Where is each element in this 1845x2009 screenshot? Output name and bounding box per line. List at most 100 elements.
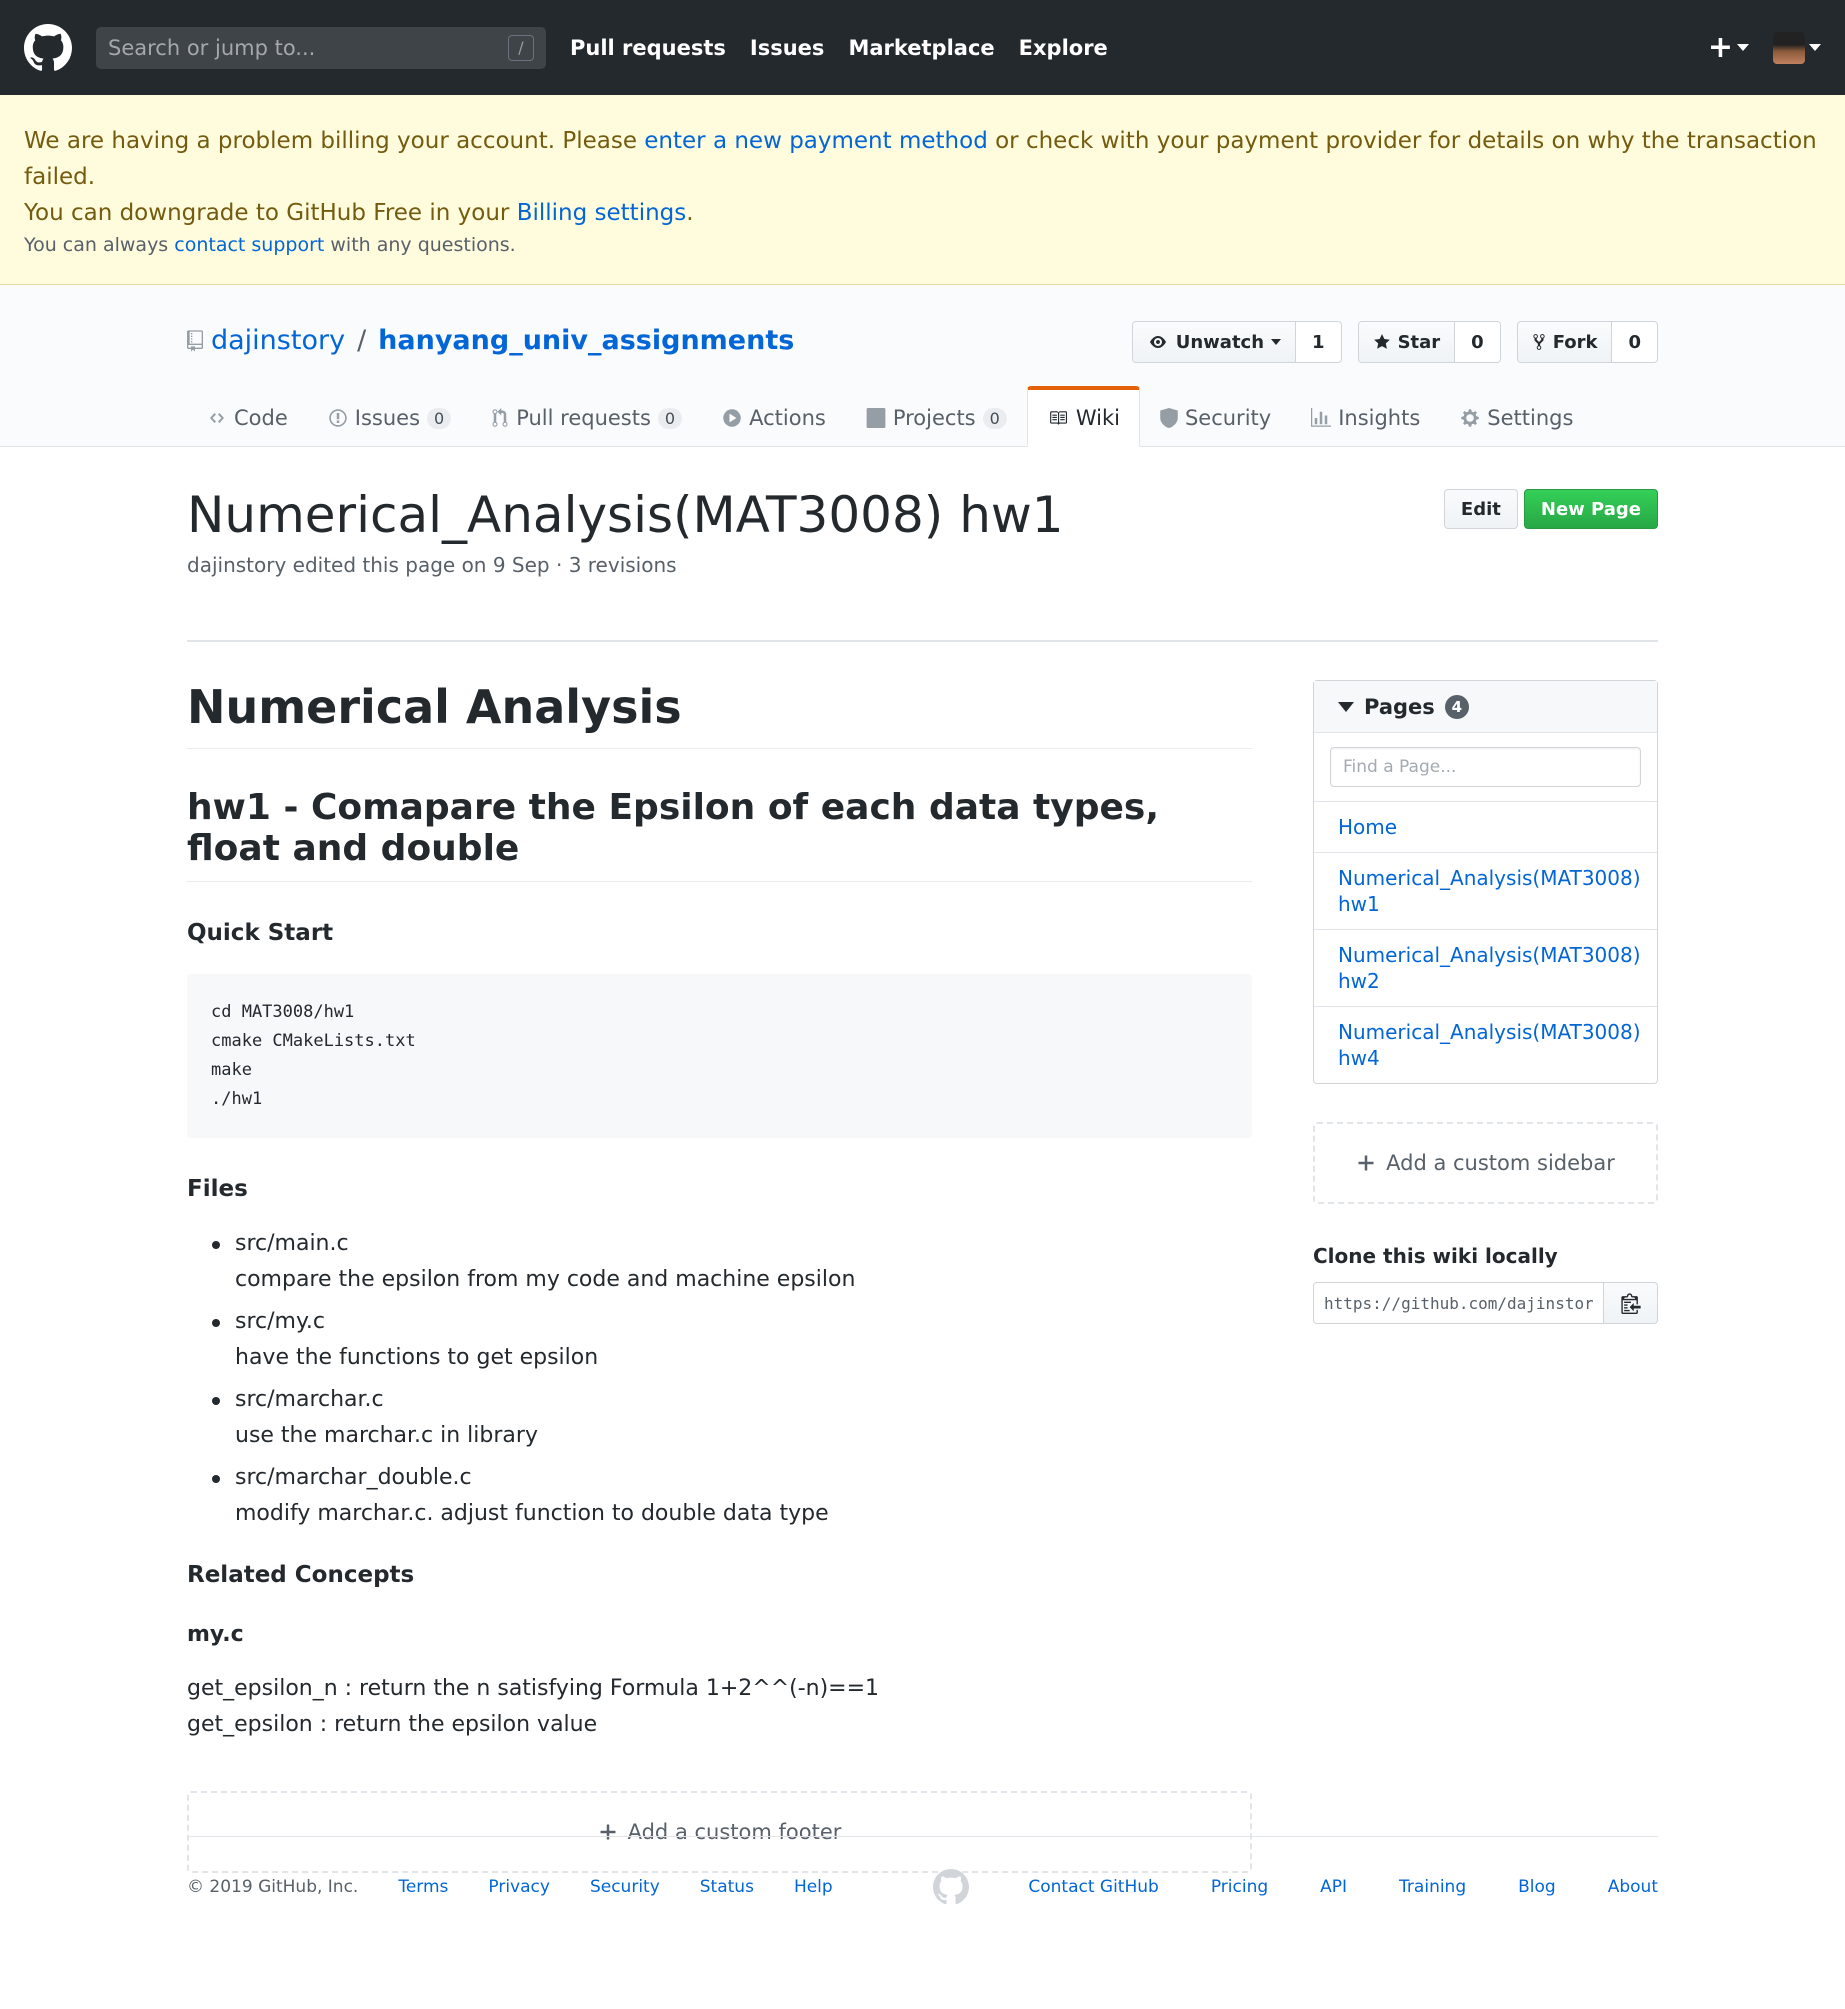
page-link-home[interactable]: Home — [1314, 802, 1657, 853]
git-pull-request-icon — [491, 408, 509, 428]
repo-actions: Unwatch 1 Star 0 Fork 0 — [1131, 321, 1658, 363]
tab-pull-requests[interactable]: Pull requests 0 — [471, 386, 702, 447]
wiki-container: Numerical_Analysis(MAT3008) hw1 dajinsto… — [187, 487, 1658, 1873]
files-list: src/main.c compare the epsilon from my co… — [187, 1226, 1252, 1532]
tab-settings[interactable]: Settings — [1440, 386, 1593, 447]
file-description: compare the epsilon from my code and mac… — [235, 1267, 856, 1292]
pages-box: Pages 4 Home Numerical_Analysis(MAT3008)… — [1313, 680, 1658, 1084]
star-button[interactable]: Star — [1358, 322, 1456, 362]
shield-icon — [1160, 408, 1178, 428]
concept-line-epsilon: get_epsilon : return the epsilon value — [187, 1712, 598, 1737]
tab-code[interactable]: Code — [187, 386, 308, 447]
tab-wiki[interactable]: Wiki — [1026, 386, 1140, 447]
footer-left: © 2019 GitHub, Inc. Terms Privacy Securi… — [187, 1877, 833, 1897]
tab-actions[interactable]: Actions — [702, 386, 846, 447]
edit-button[interactable]: Edit — [1443, 489, 1518, 529]
repo-icon — [187, 329, 203, 352]
chevron-down-icon — [1271, 339, 1282, 345]
plus-icon — [1356, 1153, 1376, 1173]
star-label: Star — [1397, 331, 1441, 353]
slash-shortcut-hint: / — [508, 34, 534, 61]
wiki-sidebar: Pages 4 Home Numerical_Analysis(MAT3008)… — [1313, 680, 1658, 1324]
clone-url-group — [1313, 1282, 1658, 1324]
nav-pull-requests[interactable]: Pull requests — [570, 36, 726, 60]
graph-icon — [1311, 408, 1332, 428]
issues-count: 0 — [427, 407, 452, 429]
billing-settings-link[interactable]: Billing settings — [517, 200, 687, 226]
heading-my-c: my.c — [187, 1622, 244, 1647]
projects-count: 0 — [982, 407, 1007, 429]
path-separator: / — [357, 325, 367, 356]
list-item: src/marchar.c use the marchar.c in librar… — [187, 1382, 1252, 1454]
unwatch-button[interactable]: Unwatch — [1132, 322, 1297, 362]
nav-explore[interactable]: Explore — [1019, 36, 1108, 60]
copy-clipboard-button[interactable] — [1604, 1282, 1658, 1324]
search-input[interactable] — [108, 35, 534, 60]
footer-link-contact[interactable]: Contact GitHub — [1028, 1877, 1158, 1897]
repo-name-link[interactable]: hanyang_univ_assignments — [378, 325, 794, 356]
global-nav: Pull requests Issues Marketplace Explore — [570, 36, 1108, 60]
tab-insights[interactable]: Insights — [1291, 386, 1440, 447]
tab-projects[interactable]: Projects 0 — [846, 386, 1027, 447]
pull-requests-count: 0 — [657, 407, 683, 429]
footer-link-about[interactable]: About — [1608, 1877, 1658, 1897]
tab-security[interactable]: Security — [1140, 386, 1291, 447]
find-page-input[interactable] — [1330, 747, 1641, 787]
file-description: have the functions to get epsilon — [235, 1345, 599, 1370]
watchers-count[interactable]: 1 — [1296, 322, 1341, 362]
wiki-header-actions: Edit New Page — [1443, 489, 1658, 529]
repo-owner-link[interactable]: dajinstory — [211, 325, 345, 356]
footer-link-pricing[interactable]: Pricing — [1211, 1877, 1268, 1897]
fork-group: Fork 0 — [1516, 321, 1658, 363]
tab-issues[interactable]: Issues 0 — [308, 386, 471, 447]
pages-label: Pages — [1364, 694, 1435, 719]
fork-icon — [1532, 333, 1546, 351]
code-block: cd MAT3008/hw1 cmake CMakeLists.txt make… — [187, 974, 1252, 1138]
list-item: src/marchar_double.c modify marchar.c. ad… — [187, 1460, 1252, 1532]
payment-method-link[interactable]: enter a new payment method — [644, 128, 988, 154]
github-logo-icon[interactable] — [24, 23, 72, 72]
forks-count[interactable]: 0 — [1612, 322, 1657, 362]
eye-icon — [1147, 334, 1169, 350]
page-link-hw2[interactable]: Numerical_Analysis(MAT3008) hw2 — [1314, 930, 1657, 1007]
code-icon — [207, 410, 227, 426]
footer-right: Contact GitHub Pricing API Training Blog… — [1028, 1877, 1658, 1897]
user-menu[interactable] — [1773, 31, 1821, 64]
stargazers-count[interactable]: 0 — [1455, 322, 1500, 362]
contact-support-link[interactable]: contact support — [174, 234, 324, 256]
file-name: src/marchar.c — [235, 1387, 384, 1412]
footer-link-privacy[interactable]: Privacy — [488, 1877, 550, 1897]
create-new-menu[interactable]: + — [1708, 30, 1749, 65]
fork-button[interactable]: Fork — [1517, 322, 1613, 362]
footer-link-training[interactable]: Training — [1399, 1877, 1466, 1897]
add-custom-sidebar-button[interactable]: Add a custom sidebar — [1313, 1122, 1658, 1204]
footer-link-security[interactable]: Security — [590, 1877, 660, 1897]
page-link-hw4[interactable]: Numerical_Analysis(MAT3008) hw4 — [1314, 1007, 1657, 1083]
list-item: src/my.c have the functions to get epsilo… — [187, 1304, 1252, 1376]
concept-text: get_epsilon_n : return the n satisfying … — [187, 1671, 1252, 1743]
banner-line-1: We are having a problem billing your acc… — [24, 128, 1817, 190]
heading-related-concepts: Related Concepts — [187, 1562, 415, 1588]
find-page-wrap — [1314, 733, 1657, 802]
search-box[interactable]: / — [96, 26, 546, 69]
footer-link-status[interactable]: Status — [700, 1877, 754, 1897]
footer-link-terms[interactable]: Terms — [398, 1877, 448, 1897]
footer-link-help[interactable]: Help — [794, 1877, 833, 1897]
page-link-hw1[interactable]: Numerical_Analysis(MAT3008) hw1 — [1314, 853, 1657, 930]
pages-toggle[interactable]: Pages 4 — [1314, 681, 1657, 733]
fork-label: Fork — [1552, 331, 1598, 353]
footer-link-blog[interactable]: Blog — [1518, 1877, 1556, 1897]
heading-quick-start: Quick Start — [187, 920, 334, 946]
github-mark-icon[interactable] — [932, 1868, 969, 1905]
chevron-down-icon — [1809, 44, 1821, 51]
heading-hw1: hw1 - Comapare the Epsilon of each data … — [187, 787, 1252, 882]
markdown-body: Numerical Analysis hw1 - Comapare the Ep… — [187, 680, 1252, 1873]
nav-marketplace[interactable]: Marketplace — [848, 36, 994, 60]
footer-link-api[interactable]: API — [1320, 1877, 1347, 1897]
site-footer: © 2019 GitHub, Inc. Terms Privacy Securi… — [0, 1836, 1845, 1936]
new-page-button[interactable]: New Page — [1523, 489, 1658, 529]
file-description: modify marchar.c. adjust function to dou… — [235, 1501, 829, 1526]
clone-url-input[interactable] — [1313, 1282, 1604, 1324]
wiki-header: Numerical_Analysis(MAT3008) hw1 dajinsto… — [187, 487, 1658, 642]
nav-issues[interactable]: Issues — [750, 36, 825, 60]
